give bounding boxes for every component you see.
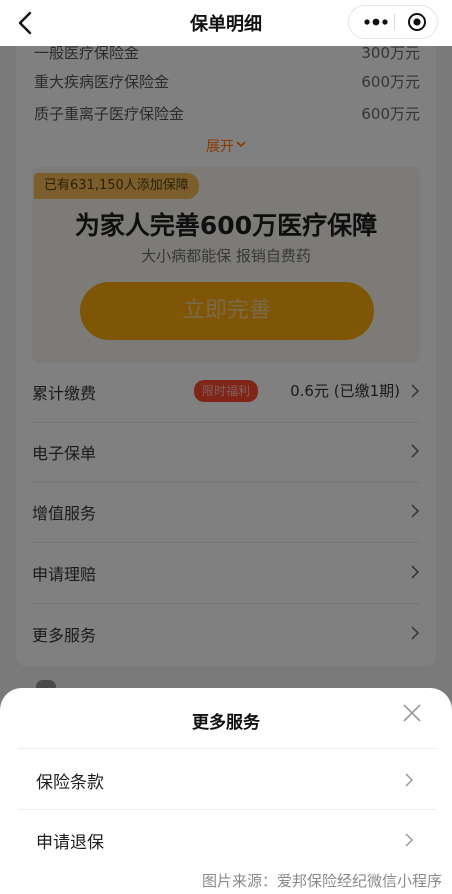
service-row-payment[interactable]: 累计缴费 限时福利 0.6元 (已缴1期) <box>32 362 420 423</box>
sheet-title: 更多服务 <box>192 713 260 733</box>
top-nav-bar: 保单明细 <box>0 0 452 46</box>
more-services-sheet: 更多服务 保险条款 申请退保 <box>0 688 452 894</box>
coverage-label: 重大疾病医疗保险金 <box>34 73 170 91</box>
limited-offer-tag: 限时福利 <box>194 380 259 402</box>
service-label: 电子保单 <box>32 444 97 463</box>
close-icon[interactable] <box>402 703 422 723</box>
source-caption-text: 图片来源：爱邦保险经纪微信小程序 <box>201 872 442 890</box>
service-row-more[interactable]: 更多服务 <box>32 604 420 664</box>
miniprogram-capsule <box>348 5 438 39</box>
coverage-label: 质子重离子医疗保险金 <box>34 105 185 123</box>
coverage-value: 600万元 <box>361 105 420 123</box>
chevron-right-icon <box>411 565 420 579</box>
coverage-value: 600万元 <box>361 73 420 91</box>
participants-badge: 已有631,150人添加保障 <box>34 173 199 199</box>
expand-link[interactable]: 展开 <box>16 136 436 156</box>
chevron-right-icon <box>411 504 420 518</box>
chevron-right-icon <box>411 384 420 398</box>
expand-label: 展开 <box>206 139 234 155</box>
sheet-item-label: 保险条款 <box>36 773 104 793</box>
promo-subtitle: 大小病都能保 报销自费药 <box>141 247 311 265</box>
service-row-claim[interactable]: 申请理赔 <box>32 543 420 604</box>
chevron-right-icon <box>405 833 414 847</box>
payment-value: 0.6元 (已缴1期) <box>290 382 400 400</box>
service-label: 累计缴费 <box>32 384 97 403</box>
chevron-right-icon <box>405 773 414 787</box>
close-miniprogram-icon[interactable] <box>407 12 427 32</box>
service-row-value-added[interactable]: 增值服务 <box>32 482 420 543</box>
service-label: 更多服务 <box>32 626 97 645</box>
coverage-row: 质子重离子医疗保险金 600万元 <box>34 103 420 127</box>
page-background: 保单明细 一般医疗保险金 300万元 重大疾病医疗保险金 600万元 质子重离子… <box>0 0 452 894</box>
divider <box>18 748 436 749</box>
coverage-label: 一般医疗保险金 <box>34 44 140 62</box>
more-dots-icon[interactable] <box>361 6 391 38</box>
policy-detail-card: 一般医疗保险金 300万元 重大疾病医疗保险金 600万元 质子重离子医疗保险金… <box>16 44 436 666</box>
sheet-item-policy-terms[interactable]: 保险条款 <box>18 750 436 808</box>
promo-title: 为家人完善600万医疗保障 <box>74 211 378 240</box>
source-caption: 图片来源：爱邦保险经纪微信小程序 <box>0 866 452 894</box>
chevron-right-icon <box>411 444 420 458</box>
sheet-item-label: 申请退保 <box>36 833 104 853</box>
capsule-divider <box>394 14 395 30</box>
coverage-row: 重大疾病医疗保险金 600万元 <box>34 71 420 95</box>
service-row-e-policy[interactable]: 电子保单 <box>32 422 420 483</box>
sheet-item-surrender[interactable]: 申请退保 <box>18 810 436 868</box>
service-label: 申请理赔 <box>32 565 97 584</box>
chevron-right-icon <box>411 626 420 640</box>
chevron-down-icon <box>236 141 246 148</box>
service-label: 增值服务 <box>32 504 97 523</box>
improve-now-button[interactable]: 立即完善 <box>80 282 374 340</box>
